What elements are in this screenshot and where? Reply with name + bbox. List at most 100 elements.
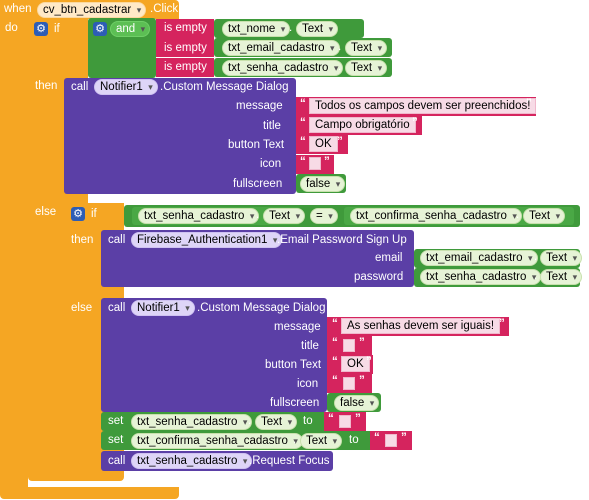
dot-separator: . — [534, 251, 538, 263]
call-label: call — [108, 302, 126, 314]
title-empty-string[interactable] — [343, 339, 355, 352]
then-label: then — [71, 234, 94, 246]
fullscreen-false-dropdown[interactable]: false — [334, 395, 380, 411]
close-quote: ” — [337, 136, 343, 148]
message-string[interactable]: As senhas devem ser iguais! — [341, 318, 501, 334]
close-quote: ” — [359, 337, 365, 349]
param-button-text-label: button Text — [228, 139, 285, 151]
set-label: set — [108, 415, 124, 427]
dot-separator: . — [338, 61, 342, 73]
and-dropdown[interactable]: and — [110, 21, 151, 37]
and-gear-icon[interactable]: ⚙ — [93, 22, 107, 36]
firebase-component-dropdown[interactable]: Firebase_Authentication1 — [131, 232, 283, 248]
call-label: call — [71, 81, 89, 93]
event-block-left-bar — [0, 0, 28, 492]
title-string[interactable]: Campo obrigatório — [309, 117, 416, 133]
email-prop-dropdown[interactable]: Text — [540, 250, 583, 266]
event-block-bottom — [0, 487, 179, 499]
else-label: else — [71, 302, 93, 314]
else-label: else — [35, 206, 57, 218]
if-label: if — [54, 23, 60, 35]
to-label: to — [349, 434, 359, 446]
lhs-prop-dropdown[interactable]: Text — [263, 208, 306, 224]
dot-separator: . — [289, 22, 293, 34]
close-quote: ” — [412, 117, 418, 129]
method-name-label: .Request Focus — [249, 455, 330, 467]
set-component-dropdown[interactable]: txt_confirma_senha_cadastro — [131, 433, 303, 449]
open-quote: “ — [332, 318, 338, 330]
to-label: to — [303, 415, 313, 427]
open-quote: “ — [332, 375, 338, 387]
rhs-prop-dropdown[interactable]: Text — [523, 208, 566, 224]
param-icon-label: icon — [297, 378, 319, 390]
password-prop-dropdown[interactable]: Text — [540, 269, 583, 285]
set-prop-dropdown[interactable]: Text — [255, 414, 298, 430]
param-fullscreen-label: fullscreen — [270, 397, 320, 409]
getter-component-dropdown[interactable]: txt_email_cadastro — [222, 40, 340, 56]
getter-prop-dropdown[interactable]: Text — [345, 40, 388, 56]
method-name-label: .Email Password Sign Up — [277, 234, 407, 246]
getter-prop-dropdown[interactable]: Text — [345, 60, 388, 76]
dot-separator: . — [338, 41, 342, 53]
password-component-dropdown[interactable]: txt_senha_cadastro — [420, 269, 542, 285]
focus-component-dropdown[interactable]: txt_senha_cadastro — [131, 453, 253, 469]
open-quote: “ — [300, 156, 306, 168]
param-message-label: message — [236, 100, 283, 112]
notifier-component-dropdown[interactable]: Notifier1 — [94, 79, 158, 95]
close-quote: ” — [324, 156, 330, 168]
open-quote: “ — [300, 98, 306, 110]
is-empty-label: is empty — [164, 22, 207, 34]
icon-empty-string[interactable] — [309, 157, 321, 170]
call-label: call — [108, 455, 126, 467]
close-quote: ” — [366, 356, 372, 368]
open-quote: “ — [332, 337, 338, 349]
mutator-gear-icon[interactable]: ⚙ — [71, 207, 85, 221]
set-prop-dropdown[interactable]: Text — [300, 433, 343, 449]
param-title-label: title — [263, 120, 281, 132]
call-label: call — [108, 234, 126, 246]
notifier-component-dropdown[interactable]: Notifier1 — [131, 300, 195, 316]
set-label: set — [108, 434, 124, 446]
do-label: do — [5, 22, 18, 34]
close-quote: ” — [401, 432, 407, 444]
param-icon-label: icon — [260, 158, 282, 170]
param-password-label: password — [354, 271, 404, 283]
message-string[interactable]: Todos os campos devem ser preenchidos! — [309, 98, 537, 114]
open-quote: “ — [328, 413, 334, 425]
dot-separator: . — [516, 209, 520, 221]
getter-component-dropdown[interactable]: txt_senha_cadastro — [222, 60, 344, 76]
method-name-label: .Custom Message Dialog — [197, 302, 326, 314]
dot-separator: . — [293, 434, 297, 446]
fullscreen-false-dropdown[interactable]: false — [300, 176, 346, 192]
empty-string[interactable] — [339, 415, 351, 428]
compare-operator-dropdown[interactable]: = — [310, 208, 338, 224]
icon-empty-string[interactable] — [343, 377, 355, 390]
param-fullscreen-label: fullscreen — [233, 178, 283, 190]
then-label: then — [35, 80, 58, 92]
close-quote: ” — [499, 318, 505, 330]
button-text-string[interactable]: OK — [309, 136, 338, 152]
getter-prop-dropdown[interactable]: Text — [296, 21, 339, 37]
if-label: if — [91, 208, 97, 220]
event-component-dropdown[interactable]: cv_btn_cadastrar — [37, 2, 147, 18]
open-quote: “ — [332, 356, 338, 368]
param-message-label: message — [274, 321, 321, 333]
close-quote: ” — [526, 98, 532, 110]
close-quote: ” — [355, 413, 361, 425]
email-component-dropdown[interactable]: txt_email_cadastro — [420, 250, 538, 266]
getter-component-dropdown[interactable]: txt_nome — [222, 21, 291, 37]
set-component-dropdown[interactable]: txt_senha_cadastro — [131, 414, 253, 430]
method-name-label: .Custom Message Dialog — [160, 81, 289, 93]
param-email-label: email — [375, 252, 403, 264]
param-title-label: title — [301, 340, 319, 352]
mutator-gear-icon[interactable]: ⚙ — [34, 22, 48, 36]
open-quote: “ — [374, 432, 380, 444]
open-quote: “ — [300, 117, 306, 129]
lhs-component-dropdown[interactable]: txt_senha_cadastro — [138, 208, 260, 224]
is-empty-label: is empty — [164, 42, 207, 54]
rhs-component-dropdown[interactable]: txt_confirma_senha_cadastro — [350, 208, 522, 224]
empty-string[interactable] — [385, 434, 397, 447]
when-label: when — [4, 3, 32, 15]
dot-separator: . — [248, 415, 252, 427]
open-quote: “ — [300, 136, 306, 148]
